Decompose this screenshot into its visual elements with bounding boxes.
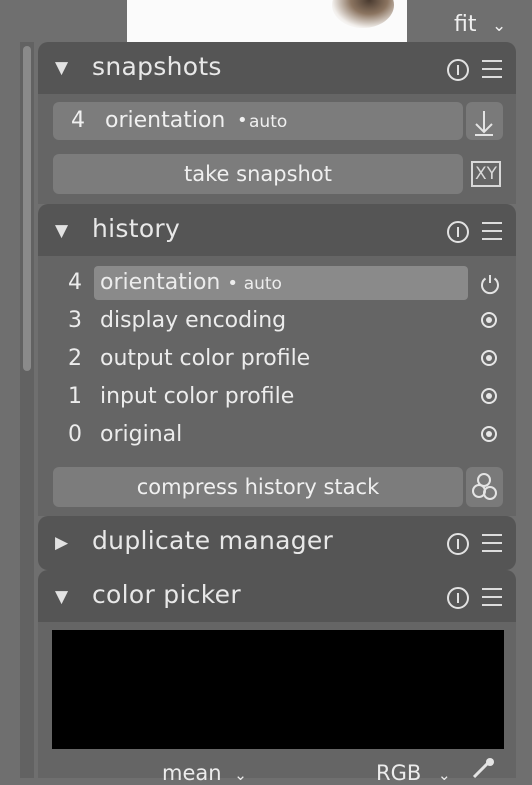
colorspace-dropdown[interactable]: RGB ⌄ bbox=[376, 761, 451, 785]
expand-arrow-icon[interactable]: ▶ bbox=[55, 533, 68, 553]
statistic-label: mean bbox=[162, 761, 222, 785]
reset-icon[interactable] bbox=[447, 587, 469, 609]
compare-snapshot-icon[interactable]: XY bbox=[471, 161, 501, 187]
presets-menu-icon[interactable] bbox=[482, 588, 502, 606]
presets-menu-icon[interactable] bbox=[482, 534, 502, 552]
history-item-label: input color profile bbox=[100, 384, 295, 409]
history-item-selected[interactable]: orientation • auto bbox=[94, 266, 468, 300]
enabled-radio-icon[interactable] bbox=[481, 388, 497, 404]
history-item-label: output color profile bbox=[100, 346, 311, 371]
picker-eyedropper-icon[interactable] bbox=[470, 758, 498, 778]
restore-snapshot-button[interactable] bbox=[466, 102, 503, 140]
image-preview bbox=[127, 0, 407, 42]
reset-icon[interactable] bbox=[447, 533, 469, 555]
duplicate-manager-header[interactable]: ▶ duplicate manager bbox=[38, 516, 516, 570]
snapshot-label: orientation bbox=[105, 108, 226, 133]
history-item[interactable]: 4 orientation • auto bbox=[52, 266, 507, 302]
chevron-down-icon: ⌄ bbox=[492, 16, 507, 36]
history-item[interactable]: 3 display encoding bbox=[52, 304, 507, 340]
create-style-button[interactable] bbox=[466, 467, 503, 507]
color-picker-header[interactable]: ▼ color picker bbox=[38, 570, 516, 622]
history-item[interactable]: 2 output color profile bbox=[52, 342, 507, 378]
history-item-label: original bbox=[100, 422, 183, 447]
color-swatch bbox=[52, 630, 504, 749]
chevron-down-icon: ⌄ bbox=[437, 766, 451, 784]
color-picker-title: color picker bbox=[92, 580, 241, 609]
snapshot-sub: auto bbox=[249, 112, 288, 132]
zoom-dropdown[interactable]: fit ⌄ bbox=[440, 10, 532, 44]
history-item-number: 0 bbox=[68, 422, 82, 447]
enabled-radio-icon[interactable] bbox=[481, 350, 497, 366]
take-snapshot-button[interactable]: take snapshot bbox=[53, 154, 463, 194]
history-item-sub: auto bbox=[243, 274, 282, 294]
statistic-dropdown[interactable]: mean ⌄ bbox=[162, 761, 247, 785]
presets-menu-icon[interactable] bbox=[482, 60, 502, 78]
history-header[interactable]: ▼ history bbox=[38, 204, 516, 256]
history-item-label: display encoding bbox=[100, 308, 287, 333]
colorspace-label: RGB bbox=[376, 761, 422, 785]
history-item-number: 2 bbox=[68, 346, 82, 371]
zoom-label: fit bbox=[454, 12, 477, 37]
collapse-arrow-icon[interactable]: ▼ bbox=[55, 221, 68, 241]
enabled-radio-icon[interactable] bbox=[481, 312, 497, 328]
reset-icon[interactable] bbox=[447, 221, 469, 243]
history-item-number: 3 bbox=[68, 308, 82, 333]
history-item[interactable]: 0 original bbox=[52, 418, 507, 454]
duplicate-manager-title: duplicate manager bbox=[92, 526, 334, 555]
enabled-radio-icon[interactable] bbox=[481, 426, 497, 442]
compress-history-button[interactable]: compress history stack bbox=[53, 467, 463, 507]
reset-icon[interactable] bbox=[447, 59, 469, 81]
style-circles-icon bbox=[472, 473, 497, 500]
snapshot-number: 4 bbox=[71, 108, 85, 133]
history-title: history bbox=[92, 214, 181, 243]
history-item-label: orientation bbox=[100, 270, 221, 295]
history-item-number: 4 bbox=[68, 270, 82, 295]
power-icon[interactable] bbox=[479, 273, 501, 295]
snapshots-title: snapshots bbox=[92, 52, 222, 81]
scrollbar-thumb[interactable] bbox=[23, 46, 31, 371]
collapse-arrow-icon[interactable]: ▼ bbox=[55, 587, 68, 607]
history-item[interactable]: 1 input color profile bbox=[52, 380, 507, 416]
history-item-number: 1 bbox=[68, 384, 82, 409]
presets-menu-icon[interactable] bbox=[482, 222, 502, 240]
snapshots-header[interactable]: ▼ snapshots bbox=[38, 42, 516, 94]
snapshot-entry[interactable]: 4 orientation • auto bbox=[53, 102, 463, 140]
collapse-arrow-icon[interactable]: ▼ bbox=[55, 58, 68, 78]
download-arrow-icon bbox=[475, 111, 493, 136]
chevron-down-icon: ⌄ bbox=[234, 766, 247, 784]
